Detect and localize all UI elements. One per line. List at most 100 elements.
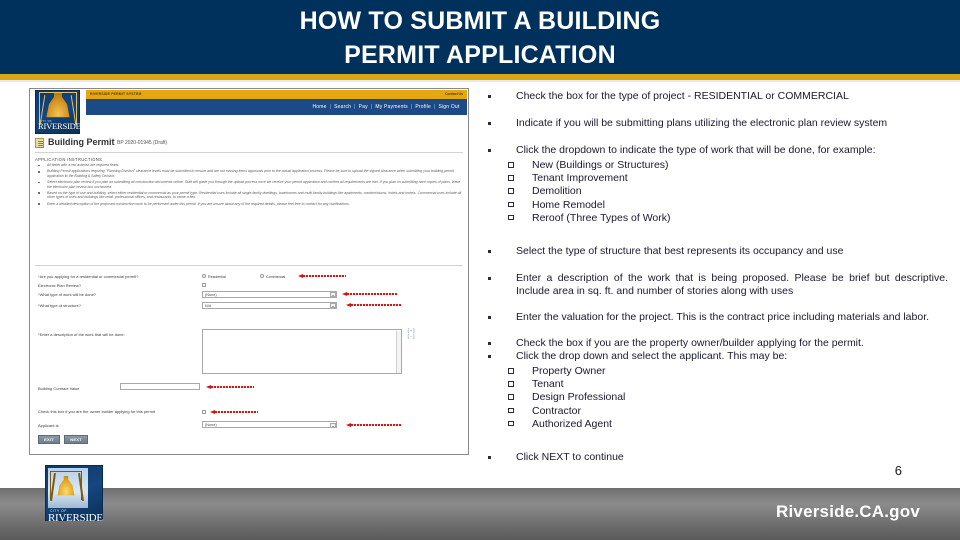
- site-navbar: Home | Search | Pay | My Payments | Profile | Sign…: [86, 99, 467, 115]
- page-title-line-1: HOW TO SUBMIT A BUILDING: [299, 7, 661, 35]
- label-contract-value: Building Contract Value: [38, 386, 80, 391]
- slide-title-bar: HOW TO SUBMIT A BUILDING PERMIT APPLICAT…: [0, 0, 960, 74]
- select-type-of-work[interactable]: (None): [202, 290, 337, 298]
- sub-item-contractor: Contractor: [484, 405, 954, 418]
- select-type-of-work-value: (None): [205, 292, 217, 297]
- textarea-scrollbar[interactable]: [395, 330, 401, 373]
- chevron-down-icon[interactable]: [329, 422, 336, 428]
- annotation-arrow-type-of-structure: [346, 303, 401, 307]
- annotation-arrow-type-of-work: [342, 292, 397, 296]
- page-number: 6: [894, 463, 902, 478]
- label-owner-builder: Check this box if you are the owner buil…: [38, 409, 155, 414]
- footer-website-label: Riverside.CA.gov: [776, 502, 920, 521]
- select-type-of-structure[interactable]: N/A: [202, 301, 337, 309]
- page-title-line-2: PERMIT APPLICATION: [344, 41, 616, 69]
- annotation-arrow-permit-type: [298, 274, 346, 278]
- contact-us-link[interactable]: Contact Us: [445, 92, 463, 96]
- nav-separator: |: [433, 104, 436, 110]
- page-title: HOW TO SUBMIT A BUILDING PERMIT APPLICAT…: [0, 4, 960, 72]
- nav-separator: |: [410, 104, 413, 110]
- nav-separator: |: [329, 104, 332, 110]
- chevron-down-icon[interactable]: [329, 303, 336, 309]
- radio-commercial-label: Commercial: [266, 274, 286, 279]
- annotation-arrow-applicant-is: [346, 423, 401, 427]
- logo-riverside-text: RIVERSIDE: [38, 121, 81, 131]
- label-applicant-is: Applicant is:: [38, 423, 60, 428]
- bullet-electronic-plan-review: Indicate if you will be submitting plans…: [484, 117, 954, 130]
- annotation-arrow-contract-value: [206, 385, 254, 389]
- collapse-icon[interactable]: [-]: [407, 335, 415, 340]
- divider-shadow: [0, 80, 960, 82]
- bullet-applicant-dropdown: Click the drop down and select the appli…: [484, 350, 954, 363]
- bullet-type-of-work: Click the dropdown to indicate the type …: [484, 144, 954, 157]
- label-type-of-work: *What type of work will be done?: [38, 292, 97, 297]
- title-rule: [35, 152, 463, 153]
- bullet-check-project-type: Check the box for the type of project - …: [484, 90, 954, 103]
- label-electronic-plan-review: Electronic Plan Review?: [38, 283, 82, 288]
- sub-item-authorized-agent: Authorized Agent: [484, 418, 954, 431]
- nav-item-pay[interactable]: Pay: [359, 104, 368, 110]
- instructions-heading: APPLICATION INSTRUCTIONS: [35, 157, 103, 162]
- exit-button[interactable]: EXIT: [38, 435, 60, 444]
- sub-item-property-owner: Property Owner: [484, 365, 954, 378]
- document-title-row: Building Permit BP 2020-01945 (Draft): [35, 137, 465, 151]
- input-contract-value[interactable]: [120, 383, 200, 390]
- instructions-bullet-column: Check the box for the type of project - …: [484, 90, 954, 476]
- label-description: *Enter a description of the work that wi…: [38, 332, 125, 337]
- next-button[interactable]: NEXT: [64, 435, 88, 444]
- bullet-type-of-structure: Select the type of structure that best r…: [484, 245, 954, 258]
- sub-item-new: New (Buildings or Structures): [484, 159, 954, 172]
- bullet-owner-builder: Check the box if you are the property ow…: [484, 337, 954, 350]
- radio-residential-label: Residential: [208, 274, 226, 279]
- expand-icon[interactable]: [+]: [407, 329, 415, 334]
- instruction-item: Based on the type of use and building, s…: [37, 191, 465, 200]
- footer-riverside-seal: CITY OF RIVERSIDE: [45, 465, 103, 524]
- permit-document-icon: [35, 138, 44, 148]
- sub-item-tenant-improvement: Tenant Improvement: [484, 172, 954, 185]
- select-applicant-is[interactable]: (None): [202, 421, 337, 428]
- bullet-click-next: Click NEXT to continue: [484, 451, 954, 464]
- radio-residential[interactable]: [202, 274, 206, 278]
- nav-separator: |: [370, 104, 373, 110]
- select-applicant-is-value: (None): [205, 423, 217, 428]
- slide-footer-bar: Riverside.CA.gov: [0, 488, 960, 540]
- instruction-item: All fields with a red asterisk are requi…: [37, 163, 465, 168]
- nav-item-sign-out[interactable]: Sign Out: [438, 104, 459, 110]
- form-divider: [35, 265, 463, 266]
- instruction-item: Select electronic plan review if you pla…: [37, 180, 465, 189]
- bullet-valuation: Enter the valuation for the project. Thi…: [484, 311, 954, 324]
- checkbox-electronic-plan-review[interactable]: [202, 283, 207, 288]
- nav-links: Home | Search | Pay | My Payments | Profile | Sign…: [311, 104, 461, 110]
- document-number: BP 2020-01945 (Draft): [117, 140, 168, 146]
- nav-item-search[interactable]: Search: [334, 104, 351, 110]
- instruction-item: Enter a detailed description of the prop…: [37, 202, 465, 207]
- system-gold-bar: RIVERSIDE PERMIT SYSTEM Contact Us: [86, 90, 467, 99]
- label-permit-type: *Are you applying for a residential or c…: [38, 274, 139, 279]
- sublist-type-of-work: New (Buildings or Structures) Tenant Imp…: [484, 159, 954, 225]
- instructions-list: All fields with a red asterisk are requi…: [37, 163, 465, 208]
- label-type-of-structure: *What type of structure?: [38, 303, 81, 308]
- chevron-down-icon[interactable]: [329, 292, 336, 298]
- sublist-applicant-types: Property Owner Tenant Design Professiona…: [484, 365, 954, 431]
- bullet-description: Enter a description of the work that is …: [484, 272, 954, 298]
- checkbox-owner-builder[interactable]: [202, 410, 207, 415]
- sub-item-design-professional: Design Professional: [484, 391, 954, 404]
- nav-item-my-payments[interactable]: My Payments: [375, 104, 408, 110]
- annotation-arrow-owner-builder: [210, 410, 258, 414]
- nav-separator: |: [354, 104, 356, 110]
- riverside-logo: CITY OF RIVERSIDE: [35, 90, 81, 134]
- instruction-item: Building Permit applications requiring "…: [37, 169, 465, 178]
- nav-item-profile[interactable]: Profile: [415, 104, 431, 110]
- nav-item-home[interactable]: Home: [312, 104, 326, 110]
- select-type-of-structure-value: N/A: [205, 303, 212, 308]
- sub-item-demolition: Demolition: [484, 185, 954, 198]
- document-title: Building Permit: [48, 137, 115, 147]
- sub-item-home-remodel: Home Remodel: [484, 199, 954, 212]
- sub-item-tenant: Tenant: [484, 378, 954, 391]
- textarea-description[interactable]: [202, 329, 402, 374]
- permit-application-screenshot: CITY OF RIVERSIDE RIVERSIDE PERMIT SYSTE…: [29, 88, 469, 455]
- radio-commercial[interactable]: [260, 274, 264, 278]
- seal-city-name-text: RIVERSIDE: [48, 512, 103, 524]
- sub-item-reroof: Reroof (Three Types of Work): [484, 212, 954, 225]
- system-name-label: RIVERSIDE PERMIT SYSTEM: [90, 91, 142, 96]
